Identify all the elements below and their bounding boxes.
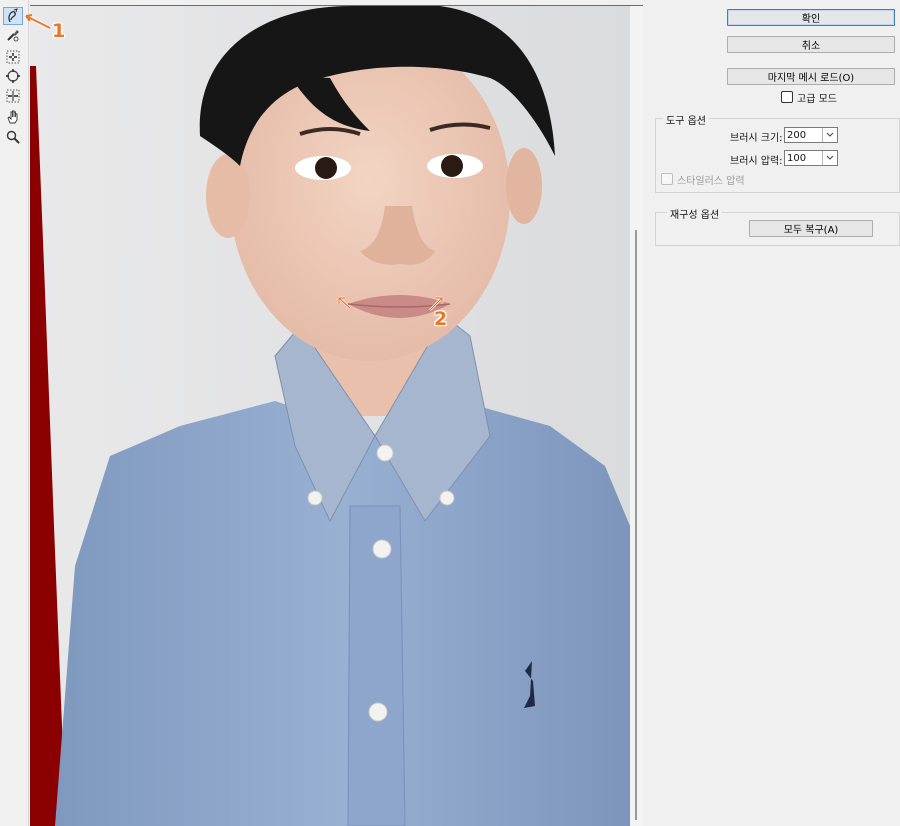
reconstruct-options-title: 재구성 옵션 xyxy=(667,206,723,221)
load-last-mesh-button[interactable]: 마지막 메시 로드(O) xyxy=(727,68,895,85)
warp-arrow-left-icon xyxy=(337,296,351,309)
preview-canvas[interactable] xyxy=(30,6,630,826)
brush-pressure-label: 브러시 압력: xyxy=(730,156,783,167)
restore-all-button[interactable]: 모두 복구(A) xyxy=(749,220,873,237)
push-left-tool-icon[interactable] xyxy=(3,87,23,105)
zoom-tool-icon[interactable] xyxy=(3,128,23,146)
hand-tool-icon[interactable] xyxy=(3,108,23,126)
callout-number-2: 2 xyxy=(434,308,448,330)
brush-pressure-value[interactable]: 100 xyxy=(785,153,822,164)
chevron-down-icon[interactable] xyxy=(822,128,837,142)
options-panel: 확인 취소 마지막 메시 로드(O) 고급 모드 도구 옵션 브러시 크기: 2… xyxy=(645,0,900,826)
stylus-pressure-label: 스타일러스 압력 xyxy=(677,176,745,187)
chevron-down-icon[interactable] xyxy=(822,151,837,165)
stylus-pressure-checkbox[interactable] xyxy=(661,173,673,185)
reconstruct-tool-icon[interactable] xyxy=(3,26,23,44)
brush-size-value[interactable]: 200 xyxy=(785,130,822,141)
tool-options-title: 도구 옵션 xyxy=(663,112,709,127)
canvas-scroll-track[interactable] xyxy=(631,6,643,826)
canvas-scrollbar-thumb[interactable] xyxy=(635,230,637,820)
forward-warp-tool-icon[interactable] xyxy=(3,7,23,25)
brush-size-combo[interactable]: 200 xyxy=(784,127,838,143)
brush-pressure-combo[interactable]: 100 xyxy=(784,150,838,166)
brush-size-label: 브러시 크기: xyxy=(730,133,783,144)
ok-button[interactable]: 확인 xyxy=(727,9,895,26)
pucker-tool-icon[interactable] xyxy=(3,48,23,66)
tools-panel xyxy=(0,0,29,826)
advanced-mode-checkbox[interactable] xyxy=(781,91,793,103)
preview-image xyxy=(30,6,630,826)
callout-number-1: 1 xyxy=(52,20,66,42)
advanced-mode-label: 고급 모드 xyxy=(797,94,837,105)
cancel-button[interactable]: 취소 xyxy=(727,36,895,53)
bloat-tool-icon[interactable] xyxy=(3,67,23,85)
